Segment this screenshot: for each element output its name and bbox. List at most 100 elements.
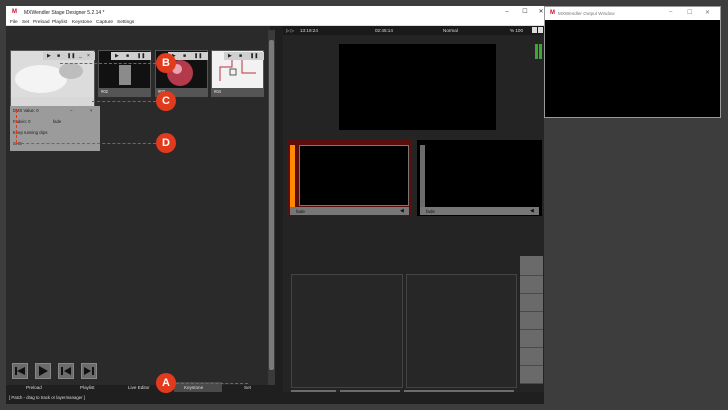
- play-icon[interactable]: ▶: [47, 53, 51, 59]
- pause-icon[interactable]: ❚❚: [194, 53, 202, 59]
- keep-running-option[interactable]: Keep running clips: [13, 130, 47, 135]
- side-block[interactable]: [520, 348, 543, 366]
- stop-icon[interactable]: ■: [126, 53, 129, 59]
- play-button[interactable]: [35, 363, 51, 379]
- output-window-title: MXWendler Output Window: [558, 11, 615, 16]
- clip-label-bar-2: #02: [99, 88, 150, 96]
- tab-set[interactable]: Set: [244, 385, 251, 390]
- pause-icon[interactable]: ❚❚: [67, 53, 75, 59]
- fade-mode-value[interactable]: fade: [53, 119, 61, 124]
- app-logo-icon: M: [12, 9, 17, 15]
- app-logo-icon: M: [550, 10, 555, 16]
- callout-d-vline: [16, 110, 17, 143]
- menu-preload[interactable]: Preload: [33, 20, 50, 25]
- clip-controls-1: ▶ ■ ❚❚ _ ×: [43, 52, 95, 60]
- clip-label-bar-4: #04: [212, 88, 263, 96]
- output-title-bar: M MXWendler Output Window – ☐ ✕: [545, 7, 720, 20]
- scrollbar-thumb[interactable]: [269, 40, 274, 370]
- tab-playlist[interactable]: Playlist: [80, 385, 95, 390]
- play-icon[interactable]: ▶: [115, 53, 119, 59]
- track-box-1[interactable]: [291, 274, 403, 388]
- callout-a-line: [176, 383, 248, 384]
- status-bar: [ Patch - drag to track or layermanager …: [6, 392, 544, 404]
- stop-icon[interactable]: ■: [239, 53, 242, 59]
- layer-1-fade-label: fade: [296, 209, 305, 214]
- layer-2-bar: fade ◀: [420, 207, 539, 215]
- clip-panel: ▶ ■ ❚❚ _ × ▶ ■ ❚❚ #02 ■ ❚❚ ▶ ■ ❚❚ #04 DM…: [6, 26, 270, 392]
- pause-icon[interactable]: ❚❚: [250, 53, 258, 59]
- previous-button[interactable]: [58, 363, 74, 379]
- clip-slot-1[interactable]: ▶ ■ ❚❚ _ ×: [10, 50, 95, 108]
- stage-panel: ▷ ▷ 13:19:24 02:45:14 Normal % 100 fade …: [283, 26, 544, 401]
- side-block[interactable]: [520, 256, 543, 276]
- current-time: 13:19:24: [300, 28, 318, 33]
- close-button[interactable]: ✕: [705, 9, 710, 16]
- remaining-time: 02:45:14: [375, 28, 393, 33]
- play-icon[interactable]: ▷ ▷: [286, 28, 294, 34]
- close-icon[interactable]: ×: [90, 108, 92, 113]
- layer-2-opacity-slider[interactable]: [420, 145, 425, 207]
- maximize-button[interactable]: ☐: [687, 9, 692, 16]
- fullscreen-icon[interactable]: [538, 27, 543, 33]
- clip-panel-scrollbar[interactable]: [268, 30, 275, 385]
- stage-preview[interactable]: [339, 44, 496, 130]
- layer-1[interactable]: fade ◀: [287, 140, 412, 216]
- tab-live-editor[interactable]: Live Editor: [128, 385, 150, 390]
- close-icon[interactable]: ×: [87, 53, 90, 59]
- next-button[interactable]: [81, 363, 97, 379]
- menu-capture[interactable]: Capture: [96, 20, 113, 25]
- callout-b: B: [156, 53, 176, 73]
- chevron-left-icon[interactable]: ◀: [400, 208, 404, 214]
- minimize-icon[interactable]: –: [70, 108, 72, 113]
- callout-d: D: [156, 133, 176, 153]
- menu-keystone[interactable]: Keystone: [72, 20, 92, 25]
- chevron-left-icon[interactable]: ◀: [530, 208, 534, 214]
- clip-properties-panel: DMX Value: 0 – × Fadein: 0 fade Keep run…: [10, 106, 100, 151]
- zoom-percent: % 100: [510, 28, 524, 33]
- side-block[interactable]: [520, 330, 543, 348]
- callout-c: C: [156, 91, 176, 111]
- minimize-button[interactable]: –: [498, 8, 516, 17]
- stop-icon[interactable]: ■: [57, 53, 60, 59]
- skip-back-button[interactable]: [12, 363, 28, 379]
- menu-settings[interactable]: Settings: [117, 20, 134, 25]
- stop-icon[interactable]: ■: [183, 53, 186, 59]
- play-icon: [39, 366, 48, 376]
- skip-back-icon: [15, 367, 25, 375]
- side-block[interactable]: [520, 294, 543, 312]
- next-icon: [84, 367, 94, 375]
- track-box-2[interactable]: [406, 274, 517, 388]
- blend-mode[interactable]: Normal: [443, 28, 458, 33]
- minimize-button[interactable]: –: [669, 9, 672, 15]
- menu-playlist[interactable]: Playlist: [52, 20, 67, 25]
- clip-controls-2: ▶ ■ ❚❚: [111, 52, 151, 60]
- level-meter-left: [535, 44, 538, 59]
- title-bar: M MXWendler Stage Designer 5.2.14 * – ☐ …: [6, 6, 544, 19]
- play-icon[interactable]: ▶: [228, 53, 232, 59]
- pause-icon[interactable]: ❚❚: [137, 53, 145, 59]
- side-block[interactable]: [520, 366, 543, 384]
- status-text: [ Patch - drag to track or layermanager …: [9, 395, 85, 400]
- previous-icon: [61, 367, 71, 375]
- tab-preload[interactable]: Preload: [26, 385, 42, 390]
- main-window: M MXWendler Stage Designer 5.2.14 * – ☐ …: [6, 6, 544, 404]
- tab-keystone[interactable]: Keystone: [184, 385, 203, 390]
- expand-icon[interactable]: [532, 27, 537, 33]
- side-block[interactable]: [520, 276, 543, 294]
- minimize-icon[interactable]: _: [79, 53, 82, 59]
- callout-c-line: [92, 101, 156, 102]
- menu-file[interactable]: File: [10, 20, 18, 25]
- layer-1-opacity-slider[interactable]: [290, 145, 295, 207]
- callout-b-line: [60, 63, 156, 64]
- clip-slot-2[interactable]: ▶ ■ ❚❚ #02: [98, 50, 151, 97]
- side-block[interactable]: [520, 312, 543, 330]
- menu-bar: File Set Preload Playlist Keystone Captu…: [6, 19, 544, 26]
- clip-controls-4: ▶ ■ ❚❚: [224, 52, 264, 60]
- callout-d-line: [16, 143, 156, 144]
- layer-2[interactable]: fade ◀: [417, 140, 542, 216]
- layer-1-bar: fade ◀: [290, 207, 409, 215]
- clip-slot-4[interactable]: ▶ ■ ❚❚ #04: [211, 50, 264, 97]
- output-window[interactable]: M MXWendler Output Window – ☐ ✕: [544, 6, 721, 118]
- menu-set[interactable]: Set: [22, 20, 29, 25]
- level-meter-right: [539, 44, 542, 59]
